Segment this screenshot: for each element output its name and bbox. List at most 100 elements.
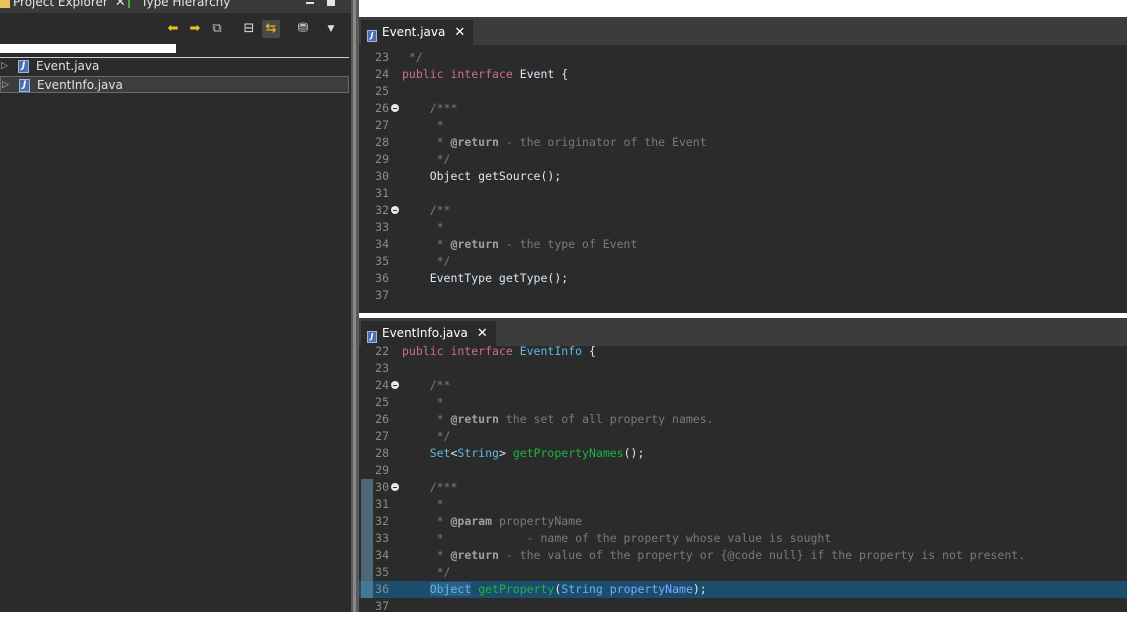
code-text: * - name of the property whose value is … <box>402 531 832 545</box>
code-text: EventType getType(); <box>402 271 569 285</box>
code-text: */ <box>402 50 423 64</box>
code-line[interactable]: 29 <box>359 462 1127 479</box>
line-number: 35 <box>375 254 389 268</box>
code-line[interactable]: 30 Object getSource(); <box>359 168 1127 185</box>
fold-collapse-icon[interactable] <box>391 206 399 214</box>
line-number: 33 <box>375 531 389 545</box>
code-text: Object getProperty(String propertyName); <box>429 582 707 596</box>
tab-type-hierarchy-label: Type Hierarchy <box>141 0 231 9</box>
code-line[interactable]: 33 * - name of the property whose value … <box>359 530 1127 547</box>
close-icon[interactable]: ✕ <box>454 25 465 40</box>
line-number: 36 <box>375 582 389 596</box>
tree-item-label: Event.java <box>36 59 100 73</box>
code-line[interactable]: 34 * @return - the value of the property… <box>359 547 1127 564</box>
code-line[interactable]: 35 */ <box>359 253 1127 270</box>
code-line[interactable]: 36 Object getProperty(String propertyNam… <box>359 581 1127 598</box>
code-line[interactable]: 34 * @return - the type of Event <box>359 236 1127 253</box>
code-text: /*** <box>402 101 458 115</box>
up-icon[interactable]: ⧉ <box>208 20 226 38</box>
collapse-all-icon[interactable]: ⊟ <box>240 20 258 38</box>
code-line[interactable]: 37 <box>359 287 1127 304</box>
code-line[interactable]: 36 EventType getType(); <box>359 270 1127 287</box>
tree-filter-field[interactable] <box>0 44 176 53</box>
code-line[interactable]: 26 * @return the set of all property nam… <box>359 411 1127 428</box>
view-menu-icon[interactable]: ▼ <box>322 20 340 38</box>
fold-collapse-icon[interactable] <box>391 104 399 112</box>
code-text: public interface Event { <box>402 67 569 81</box>
code-line[interactable]: 24 public interface Event { <box>359 66 1127 83</box>
code-line[interactable]: 32 /** <box>359 202 1127 219</box>
code-text: */ <box>402 254 451 268</box>
line-number: 23 <box>375 50 389 64</box>
line-number: 24 <box>375 67 389 81</box>
close-icon[interactable]: ✕ <box>477 326 488 341</box>
editor-tab-bar: J Event.java ✕ <box>359 17 1127 45</box>
code-text: */ <box>402 429 451 443</box>
line-number: 32 <box>375 203 389 217</box>
line-number: 37 <box>375 599 389 612</box>
code-text: * @return - the type of Event <box>402 237 638 251</box>
line-number: 30 <box>375 169 389 183</box>
minimize-icon[interactable] <box>306 2 314 4</box>
line-number: 35 <box>375 565 389 579</box>
code-text: * @return the set of all property names. <box>402 412 714 426</box>
java-file-icon: J <box>367 30 377 42</box>
code-line[interactable]: 30 /*** <box>359 479 1127 496</box>
expand-arrow-icon[interactable]: ▷ <box>2 77 9 94</box>
line-number: 29 <box>375 463 389 477</box>
code-line[interactable]: 37 <box>359 598 1127 612</box>
code-text: * @param propertyName <box>402 514 583 528</box>
back-icon[interactable]: ⬅ <box>164 20 182 38</box>
editor-eventinfo-java[interactable]: J EventInfo.java ✕ 22 public interface Even… <box>359 318 1127 612</box>
fold-collapse-icon[interactable] <box>391 381 399 389</box>
forward-icon[interactable]: ➡ <box>186 20 204 38</box>
code-line[interactable]: 23 */ <box>359 49 1127 66</box>
line-number: 31 <box>375 186 389 200</box>
code-line[interactable]: 26 /*** <box>359 100 1127 117</box>
code-line[interactable]: 22 public interface EventInfo { <box>359 343 1127 360</box>
fold-collapse-icon[interactable] <box>391 483 399 491</box>
code-text: public interface EventInfo { <box>402 344 596 358</box>
code-text: */ <box>402 152 451 166</box>
code-line[interactable]: 25 <box>359 83 1127 100</box>
line-number: 37 <box>375 288 389 302</box>
explorer-toolbar: ⬅ ➡ ⧉ ⊟ ⇆ ⛃ ▼ <box>162 19 345 41</box>
tab-project-explorer[interactable]: Project Explorer ✕ <box>0 0 126 13</box>
code-line[interactable]: 23 <box>359 360 1127 377</box>
code-line[interactable]: 27 */ <box>359 428 1127 445</box>
filter-icon[interactable]: ⛃ <box>294 20 312 38</box>
code-line[interactable]: 24 /** <box>359 377 1127 394</box>
tab-label: Event.java <box>382 25 446 39</box>
code-text: /** <box>402 378 451 392</box>
code-text: * <box>402 118 444 132</box>
code-text: * @return - the value of the property or… <box>402 548 1026 562</box>
java-file-icon: J <box>367 331 377 343</box>
code-line[interactable]: 32 * @param propertyName <box>359 513 1127 530</box>
maximize-icon[interactable] <box>327 0 335 6</box>
tree-item-event-java[interactable]: ▷ J Event.java <box>0 58 349 75</box>
splitter-handle[interactable] <box>353 0 356 612</box>
editor-tab-bar: J EventInfo.java ✕ <box>359 318 1127 346</box>
line-number: 28 <box>375 446 389 460</box>
tab-event-java[interactable]: J Event.java ✕ <box>361 20 474 45</box>
close-icon[interactable]: ✕ <box>115 0 126 10</box>
line-number: 33 <box>375 220 389 234</box>
link-with-editor-icon[interactable]: ⇆ <box>262 20 280 38</box>
code-line[interactable]: 31 <box>359 185 1127 202</box>
code-line[interactable]: 25 * <box>359 394 1127 411</box>
code-line[interactable]: 29 */ <box>359 151 1127 168</box>
line-number: 36 <box>375 271 389 285</box>
tab-type-hierarchy[interactable]: Type Hierarchy <box>128 0 230 13</box>
line-number: 34 <box>375 548 389 562</box>
code-line[interactable]: 33 * <box>359 219 1127 236</box>
tree-item-eventinfo-java[interactable]: ▷ J EventInfo.java <box>0 76 349 93</box>
code-line[interactable]: 28 Set<String> getPropertyNames(); <box>359 445 1127 462</box>
line-number: 27 <box>375 118 389 132</box>
editor-event-java[interactable]: J Event.java ✕ 23 */24 public interface Eve… <box>359 17 1127 313</box>
code-line[interactable]: 28 * @return - the originator of the Eve… <box>359 134 1127 151</box>
code-line[interactable]: 35 */ <box>359 564 1127 581</box>
code-line[interactable]: 31 * <box>359 496 1127 513</box>
expand-arrow-icon[interactable]: ▷ <box>1 58 8 75</box>
tab-label: EventInfo.java <box>382 326 468 340</box>
code-line[interactable]: 27 * <box>359 117 1127 134</box>
